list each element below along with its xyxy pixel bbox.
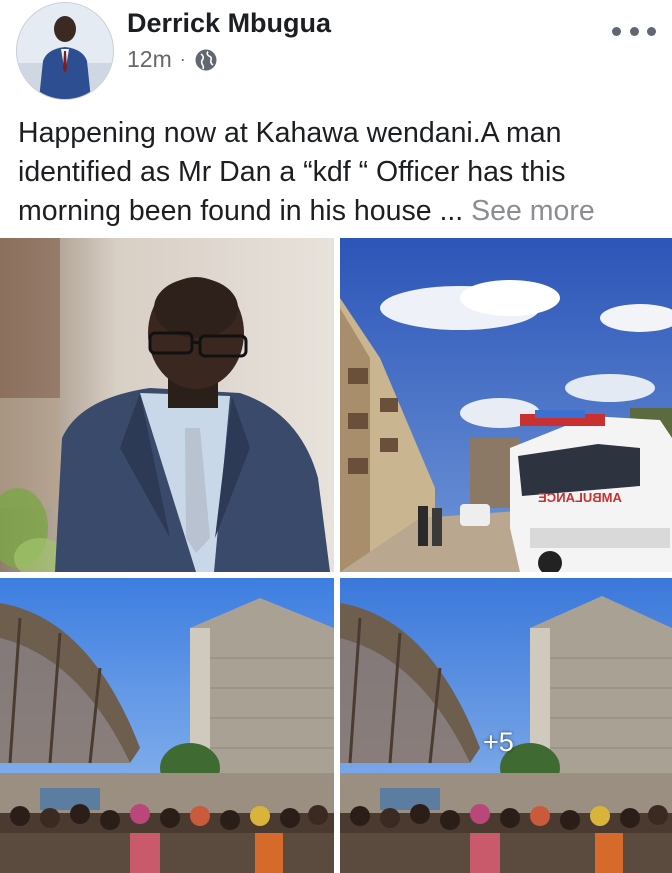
post-header: Derrick Mbugua 12m · bbox=[0, 0, 672, 108]
globe-icon[interactable] bbox=[194, 48, 218, 72]
more-dot-icon bbox=[612, 26, 621, 36]
more-photos-count: +5 bbox=[483, 727, 514, 757]
crowd-image bbox=[0, 578, 334, 873]
portrait-image bbox=[0, 238, 334, 572]
photo-crowd-more[interactable]: +5 bbox=[340, 578, 672, 873]
post-timestamp[interactable]: 12m bbox=[127, 46, 172, 73]
post-meta: 12m · bbox=[127, 46, 218, 73]
author-avatar[interactable] bbox=[16, 2, 114, 100]
ambulance-mirrored-text: AMBULANCE bbox=[538, 490, 622, 505]
more-dot-icon bbox=[647, 26, 656, 36]
ambulance-street-image: AMBULANCE bbox=[340, 238, 672, 572]
photo-grid: AMBULANCE +5 bbox=[0, 238, 672, 873]
more-options-button[interactable] bbox=[612, 20, 656, 42]
photo-ambulance-street[interactable]: AMBULANCE bbox=[340, 238, 672, 572]
more-dot-icon bbox=[629, 26, 639, 36]
avatar-photo bbox=[17, 3, 113, 99]
more-photos-overlay[interactable]: +5 bbox=[340, 578, 672, 873]
meta-separator: · bbox=[179, 49, 186, 69]
post-message: Happening now at Kahawa wendani.A man id… bbox=[18, 114, 663, 231]
author-name[interactable]: Derrick Mbugua bbox=[127, 8, 331, 39]
see-more-link[interactable]: See more bbox=[471, 195, 595, 227]
photo-portrait[interactable] bbox=[0, 238, 334, 572]
photo-crowd[interactable] bbox=[0, 578, 334, 873]
